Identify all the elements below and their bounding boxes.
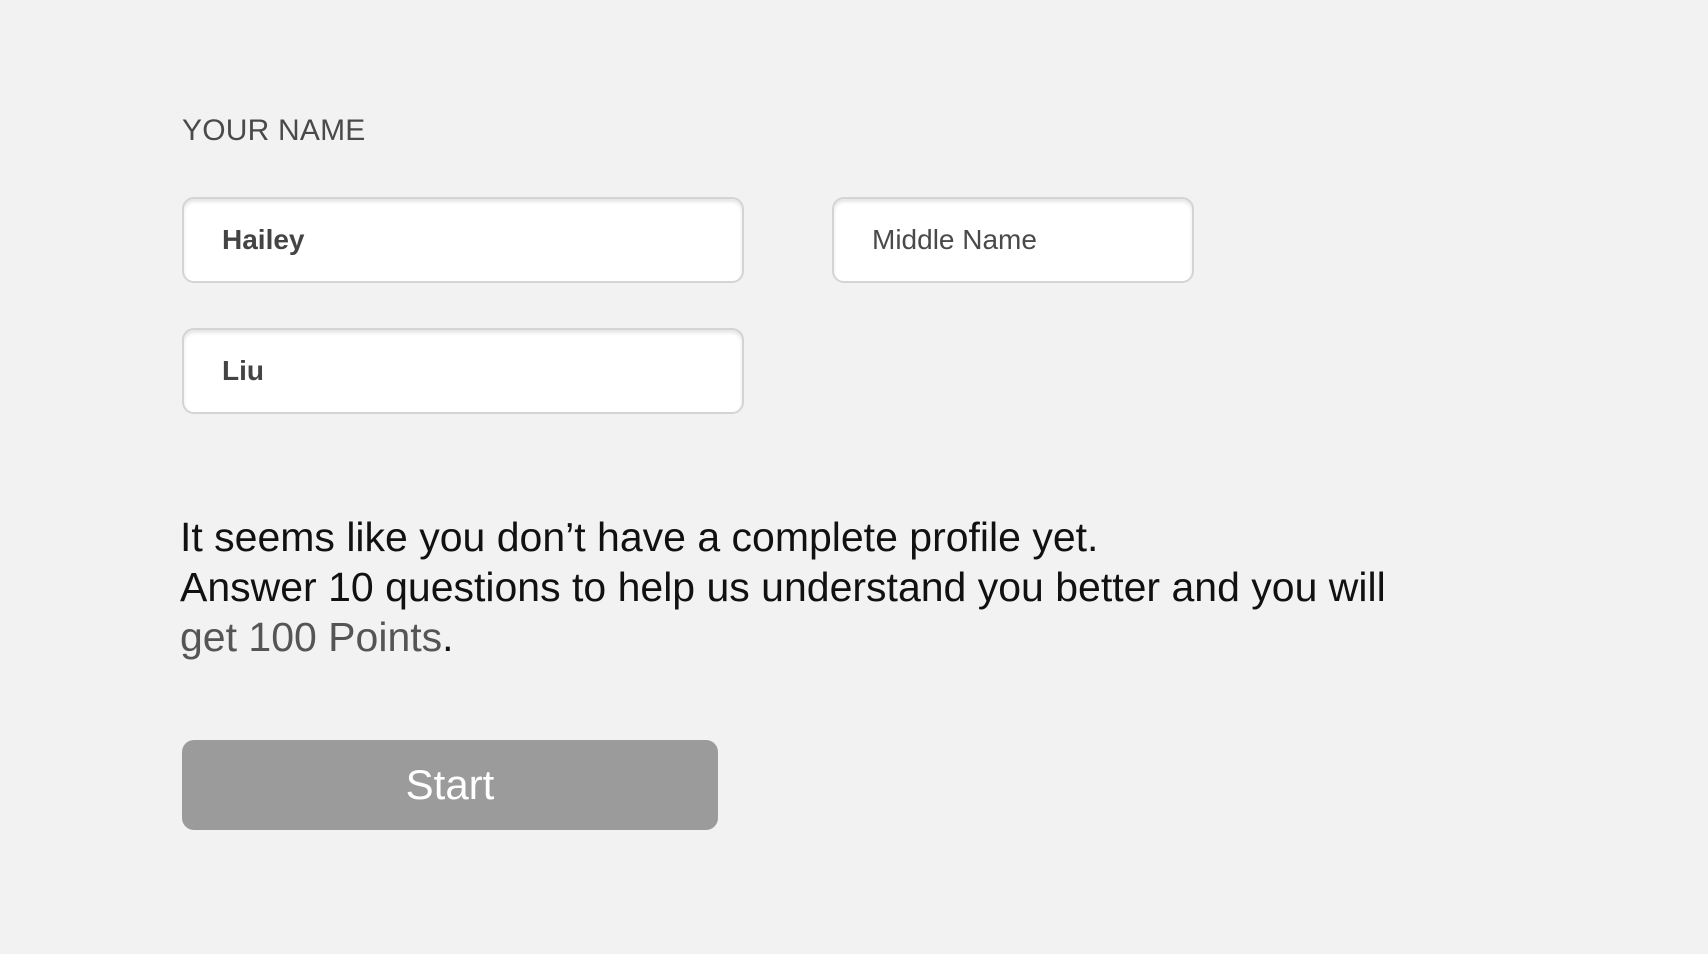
first-name-input[interactable] (184, 199, 742, 281)
message-line-2: Answer 10 questions to help us understan… (180, 564, 1386, 610)
middle-name-input[interactable] (834, 199, 1192, 281)
last-name-input[interactable] (184, 330, 742, 412)
message-line-3: get 100 Points. (180, 612, 1520, 662)
points-reward-text: get 100 Points (180, 614, 443, 660)
middle-name-field-container (832, 197, 1194, 283)
profile-incomplete-message: It seems like you don’t have a complete … (180, 512, 1520, 662)
first-name-field-container (182, 197, 744, 283)
message-period: . (442, 614, 454, 660)
start-button[interactable]: Start (182, 740, 718, 830)
message-line-1: It seems like you don’t have a complete … (180, 514, 1099, 560)
name-section-label: YOUR NAME (182, 114, 366, 147)
last-name-field-container (182, 328, 744, 414)
